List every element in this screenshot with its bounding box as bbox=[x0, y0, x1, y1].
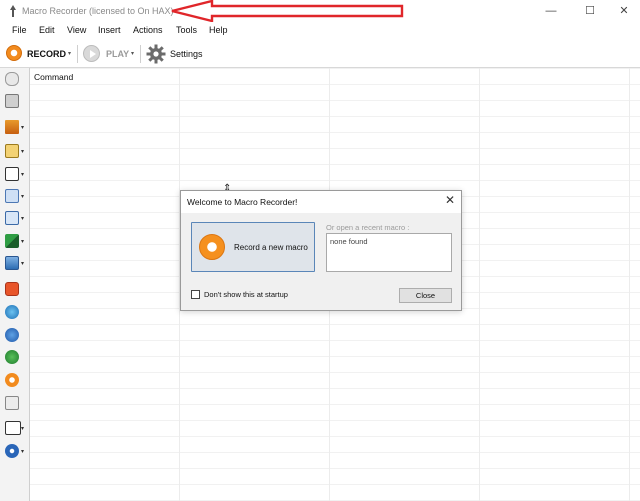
play-orange-icon[interactable] bbox=[5, 373, 19, 387]
dialog-close-button[interactable]: Close bbox=[399, 288, 452, 303]
play-icon bbox=[83, 45, 100, 62]
record-icon bbox=[199, 234, 225, 260]
column-header-command: Command bbox=[34, 72, 74, 82]
dont-show-label: Don't show this at startup bbox=[204, 290, 288, 299]
loop-dropdown-chevron-icon[interactable]: ▾ bbox=[21, 448, 24, 455]
files-dropdown-chevron-icon[interactable]: ▾ bbox=[21, 193, 24, 200]
play-dropdown-chevron-icon[interactable]: ▾ bbox=[131, 50, 134, 57]
window-title: Macro Recorder (licensed to On HAX) bbox=[22, 6, 174, 16]
eyedropper-dropdown-chevron-icon[interactable]: ▾ bbox=[21, 238, 24, 245]
menu-tools[interactable]: Tools bbox=[176, 25, 197, 35]
text-dropdown-chevron-icon[interactable]: ▾ bbox=[21, 215, 24, 222]
globe-icon[interactable] bbox=[5, 350, 19, 364]
image-dropdown-chevron-icon[interactable]: ▾ bbox=[21, 260, 24, 267]
image-icon[interactable] bbox=[5, 256, 19, 270]
list-item: none found bbox=[330, 237, 368, 246]
maximize-button[interactable]: ☐ bbox=[574, 2, 606, 20]
close-window-button[interactable]: ✕ bbox=[608, 2, 640, 20]
printer-icon[interactable] bbox=[5, 144, 19, 158]
info-icon[interactable] bbox=[5, 328, 19, 342]
menu-help[interactable]: Help bbox=[209, 25, 228, 35]
menu-file[interactable]: File bbox=[12, 25, 27, 35]
record-new-macro-label: Record a new macro bbox=[234, 243, 308, 252]
power-icon[interactable] bbox=[5, 282, 19, 296]
welcome-dialog: Welcome to Macro Recorder! ✕ Record a ne… bbox=[180, 190, 462, 311]
loop-icon[interactable] bbox=[5, 444, 19, 458]
hourglass-dropdown-chevron-icon[interactable]: ▾ bbox=[21, 124, 24, 131]
toolbar-separator bbox=[77, 45, 78, 63]
files-icon[interactable] bbox=[5, 189, 19, 203]
if-dropdown-chevron-icon[interactable]: ▾ bbox=[21, 425, 24, 432]
eyedropper-icon[interactable] bbox=[5, 234, 19, 248]
menu-edit[interactable]: Edit bbox=[39, 25, 55, 35]
hourglass-icon[interactable] bbox=[5, 120, 19, 134]
minimize-button[interactable]: — bbox=[535, 2, 567, 20]
menu-actions[interactable]: Actions bbox=[133, 25, 163, 35]
dialog-close-icon[interactable]: ✕ bbox=[445, 193, 455, 207]
annotation-arrow-icon bbox=[171, 0, 404, 22]
mouse-icon[interactable] bbox=[5, 72, 19, 86]
recent-macros-list[interactable]: none found bbox=[326, 233, 452, 272]
printer-dropdown-chevron-icon[interactable]: ▾ bbox=[21, 148, 24, 155]
clipboard-icon[interactable] bbox=[5, 396, 19, 410]
menu-bar: File Edit View Insert Actions Tools Help bbox=[0, 23, 640, 39]
text-icon[interactable] bbox=[5, 211, 19, 225]
if-icon[interactable] bbox=[5, 421, 21, 435]
window-dropdown-chevron-icon[interactable]: ▾ bbox=[21, 171, 24, 178]
menu-view[interactable]: View bbox=[67, 25, 86, 35]
dont-show-checkbox[interactable] bbox=[191, 290, 200, 299]
dialog-titlebar: Welcome to Macro Recorder! ✕ bbox=[181, 191, 461, 213]
record-new-macro-button[interactable]: Record a new macro bbox=[191, 222, 315, 272]
globe-link-icon[interactable] bbox=[5, 305, 19, 319]
record-dropdown-chevron-icon[interactable]: ▾ bbox=[68, 50, 71, 57]
window-icon[interactable] bbox=[5, 167, 19, 181]
gear-icon bbox=[146, 44, 166, 64]
keyboard-icon[interactable] bbox=[5, 94, 19, 108]
toolbar-separator bbox=[140, 45, 141, 63]
tool-palette: ▾ ▾ ▾ ▾ ▾ ▾ ▾ ▾ ▾ bbox=[0, 68, 30, 501]
play-label: PLAY bbox=[106, 49, 130, 59]
settings-label: Settings bbox=[170, 49, 203, 59]
app-icon bbox=[10, 5, 16, 17]
record-icon bbox=[6, 45, 22, 61]
toolbar: RECORD ▾ PLAY ▾ Settings bbox=[0, 41, 640, 68]
dialog-title: Welcome to Macro Recorder! bbox=[187, 197, 298, 207]
record-label: RECORD bbox=[27, 49, 67, 59]
recent-macros-label: Or open a recent macro : bbox=[326, 223, 410, 232]
menu-insert[interactable]: Insert bbox=[98, 25, 121, 35]
title-bar: Macro Recorder (licensed to On HAX) — ☐ … bbox=[0, 0, 640, 22]
